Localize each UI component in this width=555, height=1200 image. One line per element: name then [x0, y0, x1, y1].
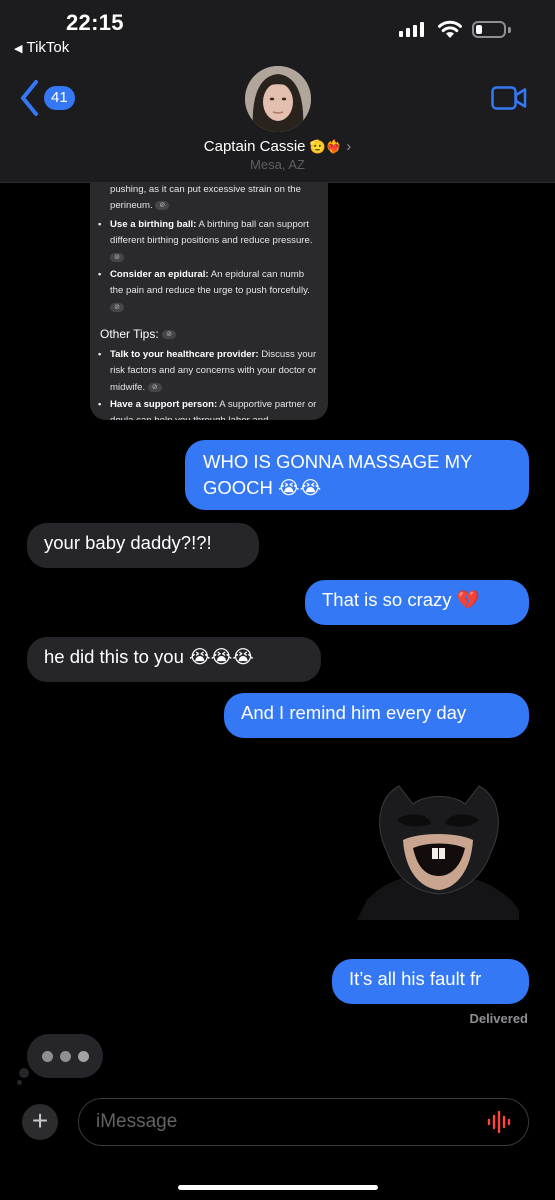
message-text: And I remind him every day: [241, 702, 467, 723]
battery-cap: [508, 27, 511, 33]
message-text: That is so crazy 💔: [322, 589, 480, 610]
home-indicator[interactable]: [178, 1185, 378, 1190]
contact-name[interactable]: Captain Cassie 🫡❤️‍🔥 ›: [0, 138, 555, 155]
chevron-right-icon: ›: [346, 138, 352, 155]
typing-indicator-tail: [17, 1080, 22, 1085]
contact-emoji: 🫡❤️‍🔥: [309, 139, 343, 154]
card-partial-text: pushing, as it can put excessive strain …: [110, 184, 301, 212]
link-icon: ⊘: [110, 302, 124, 312]
facetime-video-icon[interactable]: [491, 86, 527, 110]
imessage-input[interactable]: [78, 1098, 529, 1146]
contact-name-text: Captain Cassie: [203, 138, 306, 155]
shared-screenshot-card[interactable]: pushing, as it can put excessive strain …: [90, 172, 328, 420]
typing-indicator-tail: [19, 1068, 29, 1078]
cellular-signal-icon: [399, 22, 424, 37]
card-list-item: • Talk to your healthcare provider: Disc…: [98, 349, 317, 393]
delivered-status: Delivered: [469, 1011, 528, 1026]
card-list-item: • Consider an epidural: An epidural can …: [98, 269, 310, 312]
message-text: WHO IS GONNA MASSAGE MY GOOCH 😭😭: [203, 451, 472, 498]
back-triangle-icon: ◀: [14, 43, 23, 55]
card-list-item: • Use a birthing ball: A birthing ball c…: [98, 219, 313, 262]
sent-message-bubble[interactable]: And I remind him every day: [224, 693, 529, 738]
back-app-label: TikTok: [26, 39, 70, 56]
back-chevron-icon[interactable]: [18, 78, 40, 118]
contact-location: Mesa, AZ: [250, 157, 305, 172]
sent-message-bubble[interactable]: It’s all his fault fr: [332, 959, 529, 1004]
card-heading: Other Tips: ⊘: [100, 327, 177, 341]
link-icon: ⊘: [147, 382, 162, 392]
message-text: he did this to you 😭😭😭: [44, 646, 254, 667]
unread-count-badge[interactable]: 41: [44, 86, 75, 110]
apps-plus-button[interactable]: +: [22, 1104, 58, 1140]
audio-waveform-icon[interactable]: [486, 1110, 514, 1134]
received-message-bubble[interactable]: your baby daddy?!?!: [27, 523, 259, 568]
card-list-item: • Have a support person: A supportive pa…: [98, 399, 317, 420]
link-icon: ⊘: [155, 201, 170, 211]
sent-message-bubble[interactable]: WHO IS GONNA MASSAGE MY GOOCH 😭😭: [185, 440, 529, 510]
link-icon: ⊘: [110, 252, 124, 262]
wifi-icon: [438, 20, 462, 38]
back-to-app-link[interactable]: ◀ TikTok: [14, 39, 69, 56]
received-message-bubble[interactable]: he did this to you 😭😭😭: [27, 637, 321, 682]
contact-avatar[interactable]: [245, 66, 311, 132]
typing-indicator: [27, 1034, 103, 1078]
sent-message-bubble[interactable]: That is so crazy 💔: [305, 580, 529, 625]
sticker-image[interactable]: [357, 780, 519, 920]
message-text: It’s all his fault fr: [349, 968, 482, 989]
link-icon: ⊘: [162, 330, 177, 340]
status-time: 22:15: [66, 10, 124, 35]
message-text: your baby daddy?!?!: [44, 532, 212, 553]
battery-icon: [472, 21, 506, 38]
